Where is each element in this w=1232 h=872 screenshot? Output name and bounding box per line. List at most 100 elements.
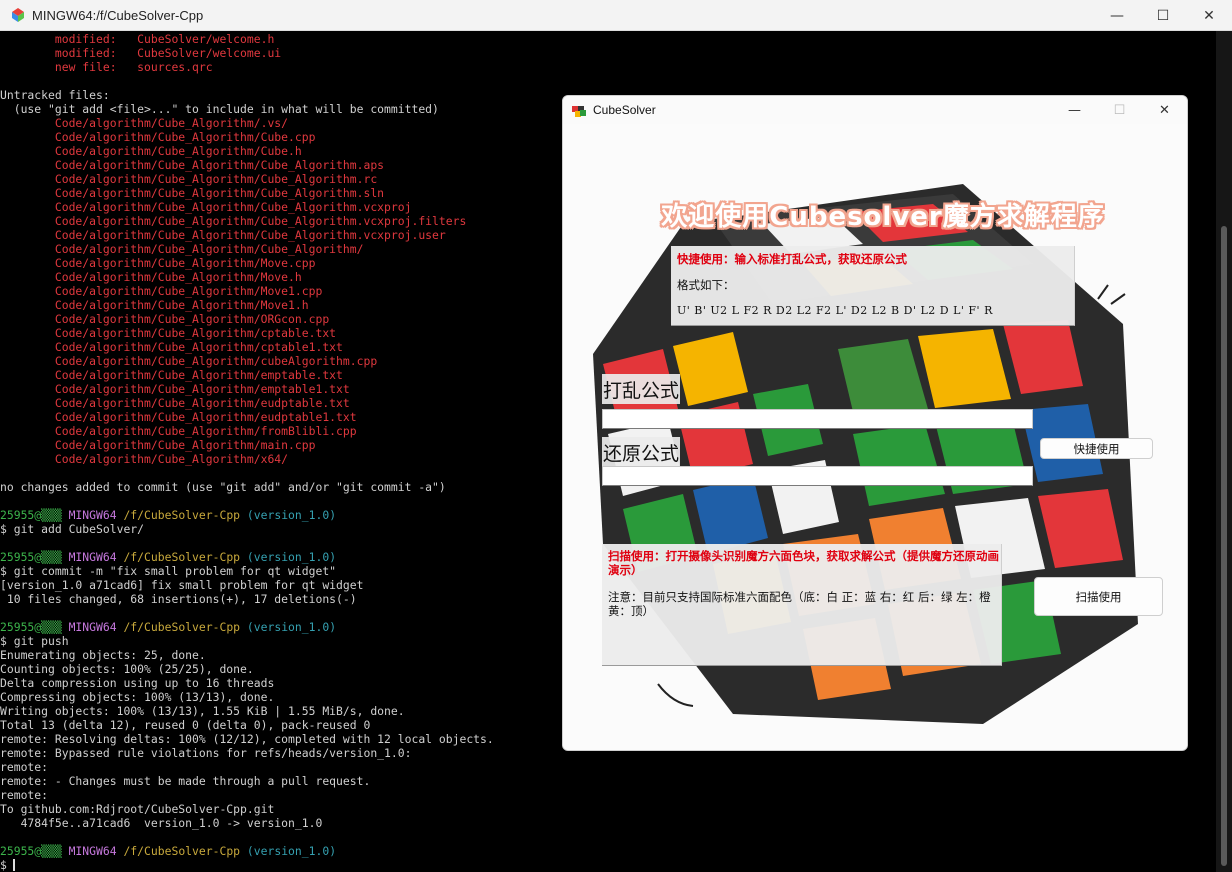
terminal-text-segment: /f/CubeSolver-Cpp	[123, 620, 247, 634]
terminal-text-segment: Writing objects: 100% (13/13), 1.55 KiB …	[0, 704, 405, 718]
cubesolver-minimize-button[interactable]: —	[1052, 96, 1097, 124]
welcome-title: 欢迎使用Cubesolver魔方求解程序	[661, 202, 1105, 232]
terminal-text-segment: Code/algorithm/Cube_Algorithm/cubeAlgori…	[0, 354, 378, 368]
terminal-text-segment: Code/algorithm/Cube_Algorithm/Cube_Algor…	[0, 228, 446, 242]
terminal-text-segment: new file: sources.qrc	[0, 60, 213, 74]
terminal-text-segment: 25955@▒▒▒	[0, 620, 69, 634]
terminal-text-segment: Total 13 (delta 12), reused 0 (delta 0),…	[0, 718, 371, 732]
terminal-text-segment: Code/algorithm/Cube_Algorithm/Cube_Algor…	[0, 172, 378, 186]
terminal-text-segment: [version_1.0 a71cad6] fix small problem …	[0, 578, 364, 592]
scramble-formula-label: 打乱公式	[602, 374, 680, 404]
terminal-text-segment: Code/algorithm/Cube_Algorithm/Move1.cpp	[0, 284, 323, 298]
terminal-text-segment: Code/algorithm/Cube_Algorithm/Cube_Algor…	[0, 200, 412, 214]
terminal-text-segment: Enumerating objects: 25, done.	[0, 648, 206, 662]
terminal-text-segment: Code/algorithm/Cube_Algorithm/Cube_Algor…	[0, 214, 467, 228]
terminal-titlebar[interactable]: MINGW64:/f/CubeSolver-Cpp — ☐ ✕	[0, 0, 1232, 31]
restore-formula-input[interactable]	[602, 466, 1033, 486]
terminal-text-segment: remote: - Changes must be made through a…	[0, 774, 371, 788]
terminal-scrollbar[interactable]	[1216, 31, 1232, 872]
terminal-text-segment: To github.com:Rdjroot/CubeSolver-Cpp.git	[0, 802, 275, 816]
terminal-text-segment: $ git push	[0, 634, 69, 648]
terminal-text-segment: /f/CubeSolver-Cpp	[123, 508, 247, 522]
terminal-text-segment: (version_1.0)	[246, 844, 337, 858]
terminal-text-segment: (version_1.0)	[246, 620, 337, 634]
terminal-text-segment: modified: CubeSolver/welcome.h	[0, 32, 275, 46]
terminal-text-segment: Code/algorithm/Cube_Algorithm/emptable.t…	[0, 368, 343, 382]
terminal-text-segment: remote:	[0, 788, 49, 802]
terminal-text-segment: Code/algorithm/Cube_Algorithm/cptable1.t…	[0, 340, 343, 354]
terminal-line: To github.com:Rdjroot/CubeSolver-Cpp.git	[0, 802, 1216, 816]
terminal-text-segment: Code/algorithm/Cube_Algorithm/main.cpp	[0, 438, 316, 452]
scan-use-button[interactable]: 扫描使用	[1034, 577, 1163, 616]
format-label: 格式如下：	[677, 278, 735, 292]
quick-use-info-panel: 快捷使用：输入标准打乱公式，获取还原公式 格式如下： U' B' U2 L F2…	[671, 246, 1075, 326]
terminal-text-segment: 25955@▒▒▒	[0, 844, 69, 858]
format-example: U' B' U2 L F2 R D2 L2 F2 L' D2 L2 B D' L…	[677, 304, 993, 317]
terminal-text-segment: MINGW64	[68, 620, 124, 634]
scan-use-info-panel: 扫描使用：打开摄像头识别魔方六面色块，获取求解公式（提供魔方还原动画演示） 注意…	[602, 544, 1002, 666]
terminal-text-segment: Code/algorithm/Cube_Algorithm/fromBlibli…	[0, 424, 357, 438]
terminal-text-segment: Code/algorithm/Cube_Algorithm/eudptable.…	[0, 396, 350, 410]
terminal-text-segment: 10 files changed, 68 insertions(+), 17 d…	[0, 592, 357, 606]
cubesolver-title: CubeSolver	[593, 103, 656, 117]
terminal-text-segment: Code/algorithm/Cube_Algorithm/Move.cpp	[0, 256, 316, 270]
terminal-minimize-button[interactable]: —	[1094, 0, 1140, 31]
terminal-text-segment: Code/algorithm/Cube_Algorithm/emptable1.…	[0, 382, 350, 396]
terminal-text-segment: remote:	[0, 760, 49, 774]
terminal-text-segment: 25955@▒▒▒	[0, 550, 69, 564]
terminal-text-segment: $ git add CubeSolver/	[0, 522, 145, 536]
terminal-cursor	[12, 859, 15, 871]
terminal-text-segment: MINGW64	[68, 550, 124, 564]
cube-app-icon	[571, 103, 587, 117]
terminal-text-segment: Code/algorithm/Cube_Algorithm/x64/	[0, 452, 289, 466]
terminal-text-segment: modified: CubeSolver/welcome.ui	[0, 46, 282, 60]
terminal-line: modified: CubeSolver/welcome.h	[0, 32, 1216, 46]
terminal-text-segment: (use "git add <file>..." to include in w…	[0, 102, 439, 116]
terminal-text-segment: Code/algorithm/Cube_Algorithm/Cube.h	[0, 144, 302, 158]
terminal-maximize-button[interactable]: ☐	[1140, 0, 1186, 31]
terminal-text-segment: Code/algorithm/Cube_Algorithm/cptable.tx…	[0, 326, 337, 340]
scramble-formula-input[interactable]	[602, 409, 1033, 429]
terminal-text-segment: remote: Resolving deltas: 100% (12/12), …	[0, 732, 494, 746]
mingw-app-icon	[10, 7, 26, 23]
terminal-text-segment: /f/CubeSolver-Cpp	[123, 844, 247, 858]
scan-color-note: 注意：目前只支持国际标准六面配色（底：白 正：蓝 右：红 后：绿 左：橙 黄：顶…	[608, 590, 991, 618]
terminal-line: 25955@▒▒▒ MINGW64 /f/CubeSolver-Cpp (ver…	[0, 844, 1216, 858]
quick-use-heading: 快捷使用：输入标准打乱公式，获取还原公式	[677, 252, 907, 266]
terminal-text-segment: Code/algorithm/Cube_Algorithm/Cube_Algor…	[0, 242, 364, 256]
terminal-text-segment: Code/algorithm/Cube_Algorithm/eudptable1…	[0, 410, 357, 424]
terminal-text-segment: $ git commit -m "fix small problem for q…	[0, 564, 337, 578]
terminal-text-segment: $	[0, 858, 7, 872]
terminal-text-segment: 25955@▒▒▒	[0, 508, 69, 522]
cubesolver-window: CubeSolver — ☐ ✕ 欢迎使用Cubesolver魔方求解程序 快捷…	[562, 95, 1188, 751]
terminal-text-segment: Code/algorithm/Cube_Algorithm/Move1.h	[0, 298, 309, 312]
restore-formula-label: 还原公式	[602, 437, 680, 467]
terminal-line: modified: CubeSolver/welcome.ui	[0, 46, 1216, 60]
terminal-text-segment: Code/algorithm/Cube_Algorithm/.vs/	[0, 116, 289, 130]
cubesolver-titlebar[interactable]: CubeSolver — ☐ ✕	[563, 96, 1187, 124]
terminal-text-segment: Untracked files:	[0, 88, 110, 102]
terminal-close-button[interactable]: ✕	[1186, 0, 1232, 31]
terminal-text-segment: MINGW64	[68, 844, 124, 858]
terminal-text-segment: Code/algorithm/Cube_Algorithm/Cube_Algor…	[0, 186, 385, 200]
cubesolver-maximize-button[interactable]: ☐	[1097, 96, 1142, 124]
terminal-line: remote:	[0, 760, 1216, 774]
terminal-text-segment: MINGW64	[68, 508, 124, 522]
terminal-text-segment: Compressing objects: 100% (13/13), done.	[0, 690, 275, 704]
terminal-text-segment: Code/algorithm/Cube_Algorithm/ORGcon.cpp	[0, 312, 330, 326]
terminal-text-segment: Delta compression using up to 16 threads	[0, 676, 275, 690]
quick-use-button[interactable]: 快捷使用	[1040, 438, 1153, 459]
cubesolver-client-area: 欢迎使用Cubesolver魔方求解程序 快捷使用：输入标准打乱公式，获取还原公…	[563, 124, 1187, 750]
terminal-line: $	[0, 858, 1216, 872]
terminal-text-segment: no changes added to commit (use "git add…	[0, 480, 446, 494]
cubesolver-close-button[interactable]: ✕	[1142, 96, 1187, 124]
terminal-text-segment: (version_1.0)	[246, 550, 337, 564]
terminal-line: 4784f5e..a71cad6 version_1.0 -> version_…	[0, 816, 1216, 830]
terminal-scroll-thumb[interactable]	[1221, 226, 1227, 866]
terminal-line: new file: sources.qrc	[0, 60, 1216, 74]
terminal-text-segment: remote: Bypassed rule violations for ref…	[0, 746, 412, 760]
scan-use-heading: 扫描使用：打开摄像头识别魔方六面色块，获取求解公式（提供魔方还原动画演示）	[608, 549, 999, 577]
terminal-text-segment: Counting objects: 100% (25/25), done.	[0, 662, 254, 676]
